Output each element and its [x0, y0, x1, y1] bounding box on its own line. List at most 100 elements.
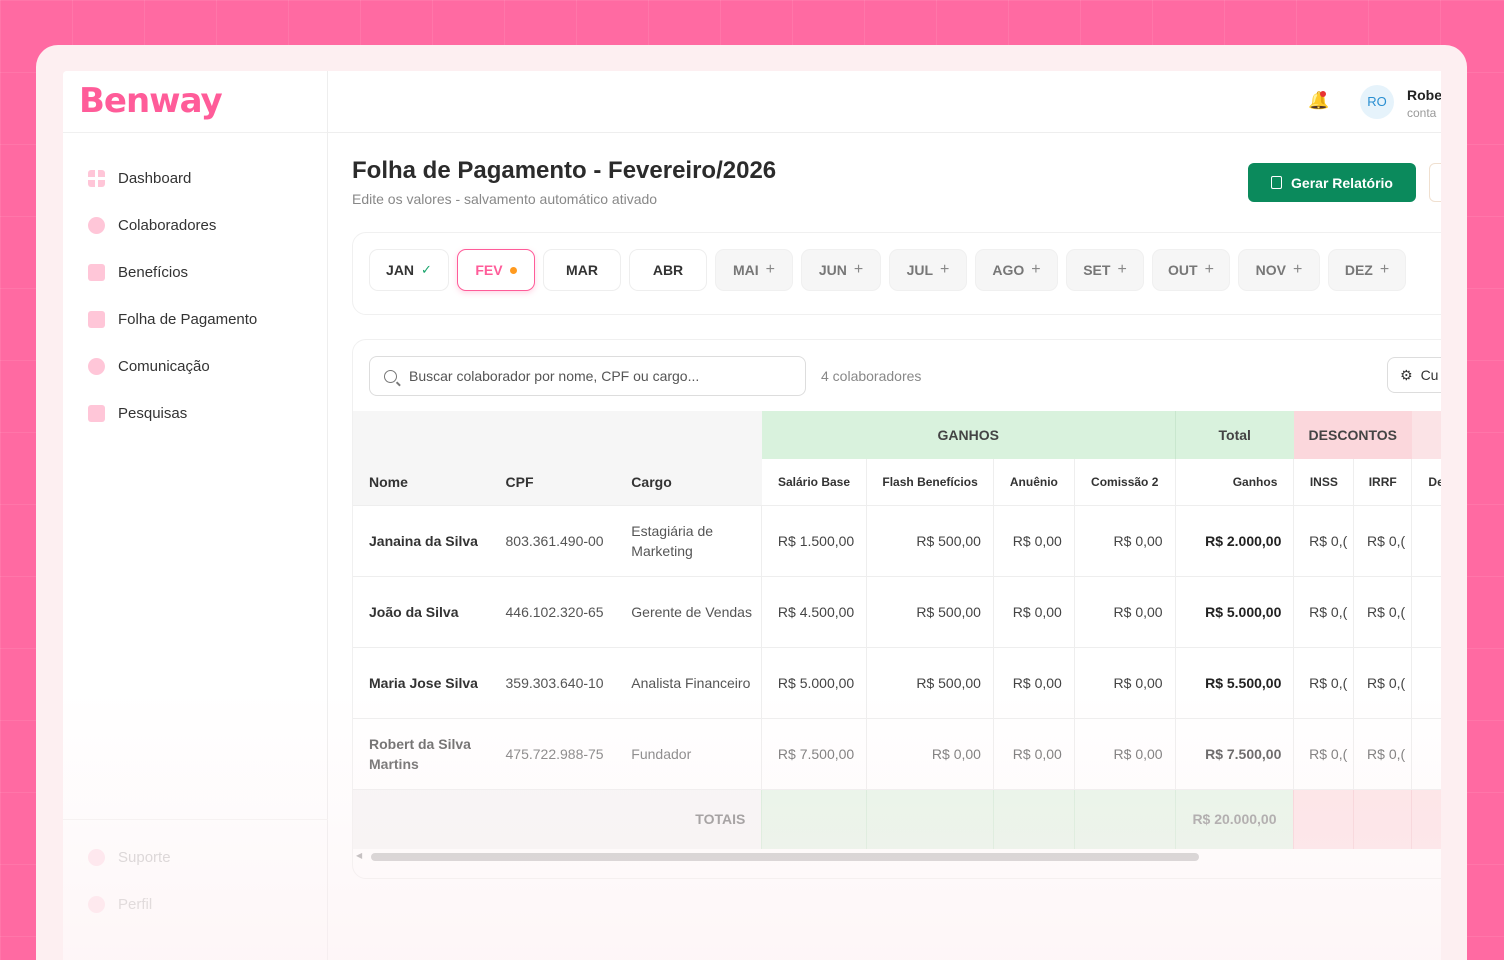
cell-nome: Robert da Silva Martins — [353, 717, 490, 789]
customize-label: Cu — [1420, 367, 1439, 383]
month-tab-out[interactable]: OUT + — [1152, 249, 1230, 291]
user-name: Robe — [1407, 87, 1441, 103]
totals-label: TOTAIS — [353, 788, 762, 849]
sidebar-item-beneficios[interactable]: Benefícios — [63, 249, 327, 296]
cell-irrf[interactable]: R$ 0,( — [1353, 575, 1412, 647]
cell-ganhos[interactable]: R$ 5.000,00 — [1174, 575, 1294, 647]
cell-ganhos[interactable]: R$ 7.500,00 — [1174, 717, 1294, 789]
month-tab-fev[interactable]: FEV — [457, 249, 535, 291]
payroll-table-card: Buscar colaborador por nome, CPF ou carg… — [352, 339, 1441, 879]
cell-flash[interactable]: R$ 500,00 — [866, 575, 994, 647]
sidebar-item-suporte[interactable]: Suporte — [63, 834, 328, 881]
search-input[interactable]: Buscar colaborador por nome, CPF ou carg… — [369, 356, 806, 396]
cell-inss[interactable]: R$ 0,( — [1293, 646, 1354, 718]
month-tab-abr[interactable]: ABR — [629, 249, 707, 291]
support-icon — [88, 849, 105, 866]
cell-comissao[interactable]: R$ 0,00 — [1073, 504, 1176, 576]
column-header-inss[interactable]: INSS — [1293, 459, 1355, 505]
cell-salario[interactable]: R$ 5.000,00 — [761, 646, 867, 718]
column-header-irrf[interactable]: IRRF — [1353, 459, 1413, 505]
cell-anuenio[interactable]: R$ 0,00 — [992, 717, 1075, 789]
cell-comissao[interactable]: R$ 0,00 — [1073, 717, 1176, 789]
cell-extra[interactable] — [1411, 575, 1441, 647]
customize-columns-button[interactable]: ⚙ Cu — [1387, 357, 1441, 393]
cell-salario[interactable]: R$ 7.500,00 — [761, 717, 867, 789]
sidebar-item-pesquisas[interactable]: Pesquisas — [63, 390, 327, 437]
cell-nome: João da Silva — [353, 575, 490, 647]
cell-nome: Janaina da Silva — [353, 504, 490, 576]
cell-irrf[interactable]: R$ 0,( — [1353, 717, 1412, 789]
month-label: AGO — [992, 262, 1025, 278]
generate-report-button[interactable]: Gerar Relatório — [1248, 163, 1416, 202]
totals-cell — [1411, 788, 1441, 849]
cell-anuenio[interactable]: R$ 0,00 — [992, 504, 1075, 576]
table-row: Robert da Silva Martins 475.722.988-75 Fun… — [353, 717, 1441, 789]
sidebar-item-colaboradores[interactable]: Colaboradores — [63, 202, 327, 249]
month-tab-mai[interactable]: MAI + — [715, 249, 793, 291]
cell-salario[interactable]: R$ 4.500,00 — [761, 575, 867, 647]
column-header-flash[interactable]: Flash Benefícios — [866, 459, 994, 505]
cell-extra[interactable] — [1411, 504, 1441, 576]
column-header-cargo[interactable]: Cargo — [615, 459, 762, 505]
sidebar-item-comunicacao[interactable]: Comunicação — [63, 343, 327, 390]
cell-ganhos[interactable]: R$ 5.500,00 — [1174, 646, 1294, 718]
horizontal-scrollbar[interactable]: ◀ — [352, 851, 1441, 861]
plus-icon: + — [940, 261, 950, 278]
month-tab-nov[interactable]: NOV + — [1238, 249, 1320, 291]
month-tab-dez[interactable]: DEZ + — [1328, 249, 1406, 291]
column-header-nome[interactable]: Nome — [353, 459, 490, 505]
scroll-thumb[interactable] — [371, 853, 1199, 861]
month-label: JUL — [906, 262, 934, 278]
group-header-descontos-cont — [1411, 411, 1441, 459]
cell-inss[interactable]: R$ 0,( — [1293, 575, 1354, 647]
month-tab-set[interactable]: SET + — [1066, 249, 1144, 291]
group-header-total: Total — [1174, 411, 1294, 459]
top-bar: 🔔 RO Robe conta — [328, 71, 1441, 133]
cell-flash[interactable]: R$ 500,00 — [866, 504, 994, 576]
search-placeholder: Buscar colaborador por nome, CPF ou carg… — [409, 368, 700, 384]
cell-salario[interactable]: R$ 1.500,00 — [761, 504, 867, 576]
month-tab-jan[interactable]: JAN ✓ — [369, 249, 449, 291]
cell-comissao[interactable]: R$ 0,00 — [1073, 575, 1176, 647]
sidebar: Benway Dashboard Colaboradores Benefício… — [63, 71, 328, 960]
column-header-anuenio[interactable]: Anuênio — [993, 459, 1075, 505]
secondary-action-button[interactable] — [1429, 163, 1441, 202]
cell-comissao[interactable]: R$ 0,00 — [1073, 646, 1176, 718]
totals-cell — [992, 788, 1075, 849]
cell-extra[interactable] — [1411, 717, 1441, 789]
cell-extra[interactable] — [1411, 646, 1441, 718]
cell-anuenio[interactable]: R$ 0,00 — [992, 646, 1075, 718]
month-tab-mar[interactable]: MAR — [543, 249, 621, 291]
chat-icon — [88, 358, 105, 375]
plus-icon: + — [853, 261, 864, 278]
cell-flash[interactable]: R$ 500,00 — [866, 646, 994, 718]
group-header-blank — [353, 411, 762, 459]
cell-ganhos[interactable]: R$ 2.000,00 — [1174, 504, 1294, 576]
month-tab-ago[interactable]: AGO + — [975, 249, 1058, 291]
plus-icon: + — [1117, 261, 1127, 278]
notification-bell-icon[interactable]: 🔔 — [1308, 91, 1329, 111]
cell-inss[interactable]: R$ 0,( — [1293, 717, 1354, 789]
cell-irrf[interactable]: R$ 0,( — [1353, 504, 1412, 576]
cell-irrf[interactable]: R$ 0,( — [1353, 646, 1412, 718]
avatar[interactable]: RO — [1360, 85, 1394, 119]
scroll-left-icon[interactable]: ◀ — [356, 851, 362, 860]
column-header-extra[interactable]: De — [1411, 459, 1441, 505]
month-label: JAN — [386, 262, 415, 278]
cell-anuenio[interactable]: R$ 0,00 — [992, 575, 1075, 647]
month-tab-jul[interactable]: JUL + — [889, 249, 967, 291]
column-header-salario[interactable]: Salário Base — [761, 459, 868, 505]
month-label: SET — [1083, 262, 1111, 278]
month-tab-jun[interactable]: JUN + — [801, 249, 881, 291]
cell-inss[interactable]: R$ 0,( — [1293, 504, 1354, 576]
column-header-ganhos[interactable]: Ganhos — [1175, 459, 1295, 505]
sidebar-item-folha[interactable]: Folha de Pagamento — [63, 296, 327, 343]
plus-icon: + — [765, 261, 775, 278]
sidebar-item-perfil[interactable]: Perfil — [63, 881, 328, 928]
cell-flash[interactable]: R$ 0,00 — [866, 717, 994, 789]
column-header-cpf[interactable]: CPF — [489, 459, 616, 505]
month-label: MAR — [566, 262, 598, 278]
column-header-comissao[interactable]: Comissão 2 — [1074, 459, 1176, 505]
sidebar-item-label: Pesquisas — [118, 405, 188, 422]
sidebar-item-dashboard[interactable]: Dashboard — [63, 155, 327, 202]
